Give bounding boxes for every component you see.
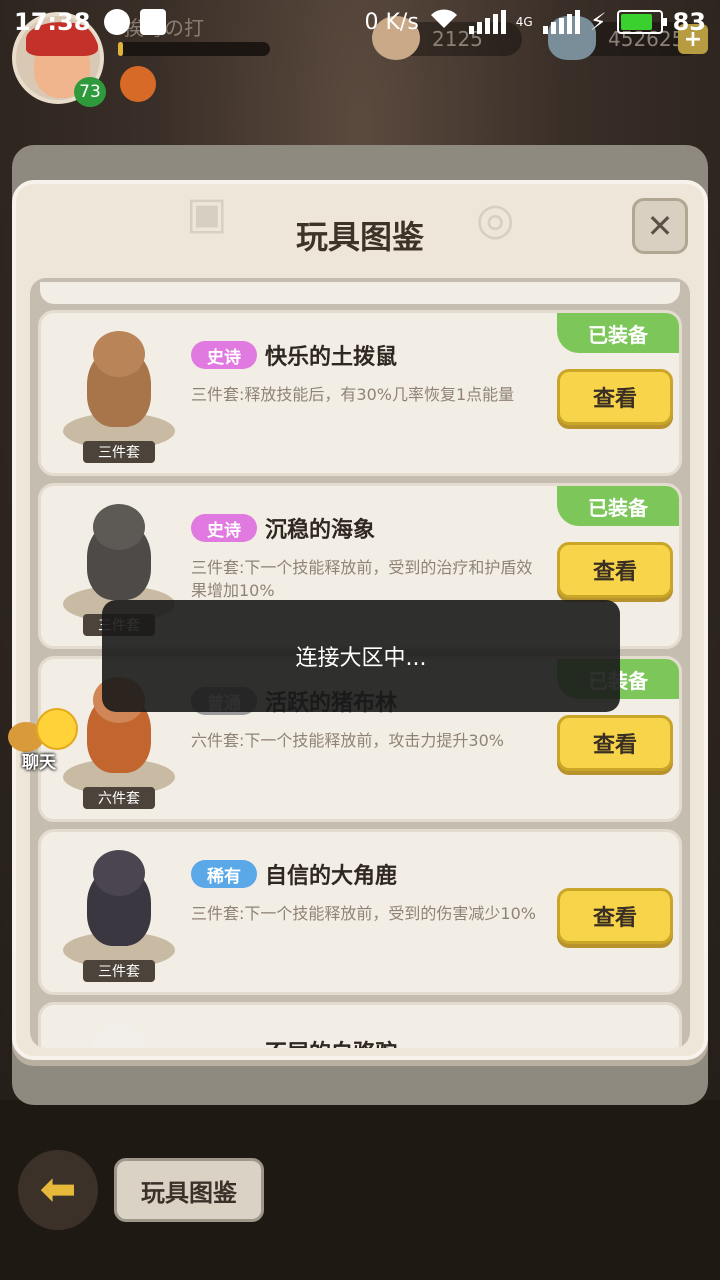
toy-set-description: 六件套:下一个技能释放前，攻击力提升30% xyxy=(191,731,504,750)
close-icon: ✕ xyxy=(646,207,674,245)
view-button[interactable]: 查看 xyxy=(557,369,673,425)
buff-icon[interactable] xyxy=(120,66,156,102)
modal-title: 玩具图鉴 xyxy=(295,218,424,256)
notification-bell-icon xyxy=(140,9,167,35)
clock: 17:38 xyxy=(14,8,91,36)
net-speed: 0 K/s xyxy=(364,9,419,35)
charging-icon: ⚡ xyxy=(589,8,607,36)
rarity-badge: 史诗 xyxy=(191,514,257,542)
toy-figure-image xyxy=(57,1015,181,1048)
connecting-toast: 连接大区中... xyxy=(102,600,620,712)
set-badge: 三件套 xyxy=(83,441,155,463)
toy-list-item[interactable]: 不屈的白骆驼 xyxy=(38,1002,682,1048)
toy-list-item[interactable]: 三件套 史诗 快乐的土拨鼠三件套:释放技能后，有30%几率恢复1点能量 查看 已装备 xyxy=(38,310,682,476)
view-button[interactable]: 查看 xyxy=(557,715,673,771)
view-button[interactable]: 查看 xyxy=(557,888,673,944)
toy-figure-head xyxy=(93,1023,145,1048)
toy-set-description: 三件套:释放技能后，有30%几率恢复1点能量 xyxy=(191,385,515,404)
set-badge: 三件套 xyxy=(83,960,155,982)
toy-figure-head xyxy=(93,850,145,896)
toy-name: 快乐的土拨鼠 xyxy=(265,345,398,370)
rarity-badge: 史诗 xyxy=(191,341,257,369)
wifi-icon xyxy=(429,8,459,36)
view-button[interactable]: 查看 xyxy=(557,542,673,598)
list-top-edge xyxy=(40,282,680,304)
rarity-badge: 稀有 xyxy=(191,860,257,888)
toy-name: 沉稳的海象 xyxy=(265,518,376,543)
signal-icon xyxy=(468,10,506,34)
toy-list-item[interactable]: 三件套 稀有 自信的大角鹿三件套:下一个技能释放前，受到的伤害减少10% 查看 xyxy=(38,829,682,995)
battery-level: 83 xyxy=(672,8,706,36)
signal-4g-icon xyxy=(542,10,580,34)
toy-figure-head xyxy=(93,504,145,550)
toy-figure-image: 三件套 xyxy=(57,323,181,463)
equipped-tag: 已装备 xyxy=(557,313,679,353)
battery-icon xyxy=(616,10,667,34)
toy-figure-image: 三件套 xyxy=(57,842,181,982)
toy-set-description: 三件套:下一个技能释放前，受到的伤害减少10% xyxy=(191,904,536,923)
xp-bar-fill xyxy=(118,42,123,56)
back-button[interactable]: ⬅ xyxy=(18,1150,98,1230)
tab-toy-collection[interactable]: 玩具图鉴 xyxy=(114,1158,264,1222)
chat-button[interactable]: 聊天 xyxy=(8,708,78,773)
close-button[interactable]: ✕ xyxy=(632,198,688,254)
app-notification-icon xyxy=(104,9,131,35)
toy-name: 不屈的白骆驼 xyxy=(265,1035,397,1048)
xp-bar xyxy=(118,42,270,56)
equipped-tag: 已装备 xyxy=(557,486,679,526)
network-type: 4G xyxy=(515,15,533,29)
background-ground xyxy=(0,1100,720,1280)
status-bar: 17:38 0 K/s 4G ⚡ 83 xyxy=(0,0,720,44)
toy-figure-head xyxy=(93,331,145,377)
smiley-icon xyxy=(36,708,78,750)
toy-set-description: 三件套:下一个技能释放前，受到的治疗和护盾效果增加10% xyxy=(191,558,533,600)
back-arrow-icon: ⬅ xyxy=(39,1164,77,1215)
level-badge: 73 xyxy=(74,77,106,107)
set-badge: 六件套 xyxy=(83,787,155,809)
toy-name: 自信的大角鹿 xyxy=(265,864,398,889)
chat-label: 聊天 xyxy=(22,753,56,773)
